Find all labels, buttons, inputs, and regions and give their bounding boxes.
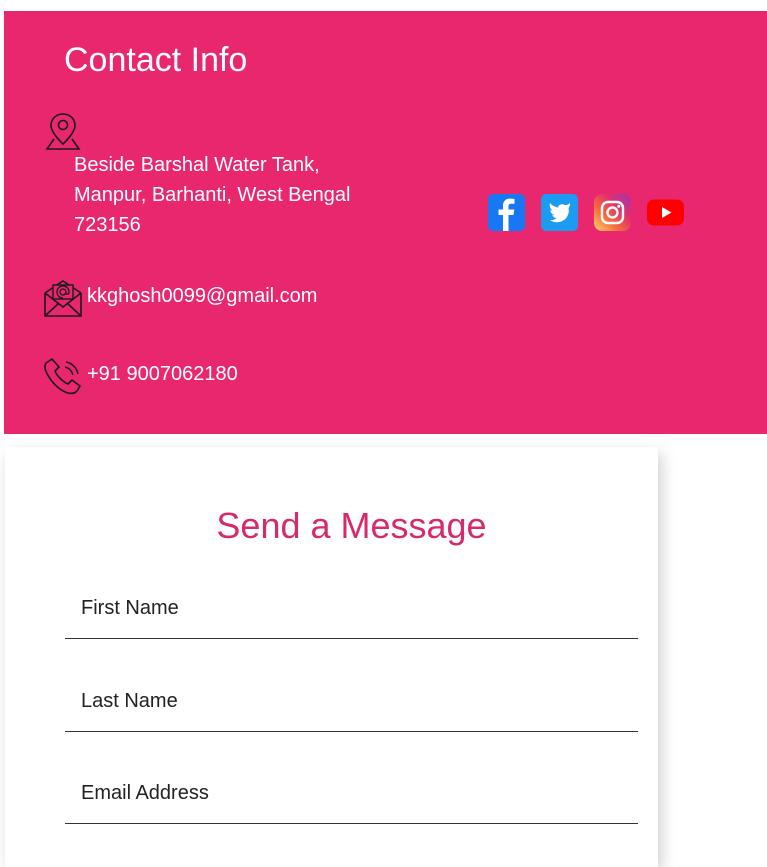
address-line: Beside Barshal Water Tank, [74, 154, 320, 176]
phone-text: +91 9007062180 [87, 363, 238, 385]
instagram-icon[interactable] [594, 194, 631, 231]
address-line: Manpur, Barhanti, West Bengal [74, 184, 351, 206]
email-address-input[interactable] [65, 764, 638, 824]
contact-info-panel: Contact Info Beside Barshal Water Tank, … [4, 11, 767, 434]
location-pin-icon [45, 113, 81, 150]
contact-info-title: Contact Info [64, 41, 248, 79]
form-title: Send a Message [216, 505, 487, 546]
address-line: 723156 [74, 214, 141, 236]
envelope-at-icon [44, 280, 82, 317]
twitter-icon[interactable] [541, 194, 578, 231]
last-name-input[interactable] [65, 672, 638, 732]
facebook-icon[interactable] [488, 194, 525, 231]
first-name-input[interactable] [65, 579, 638, 639]
youtube-icon[interactable] [647, 194, 684, 231]
message-form-card: Send a Message [5, 447, 658, 867]
phone-icon [44, 358, 81, 395]
address-text: Beside Barshal Water Tank, Manpur, Barha… [74, 150, 374, 240]
email-text: kkghosh0099@gmail.com [87, 285, 318, 307]
